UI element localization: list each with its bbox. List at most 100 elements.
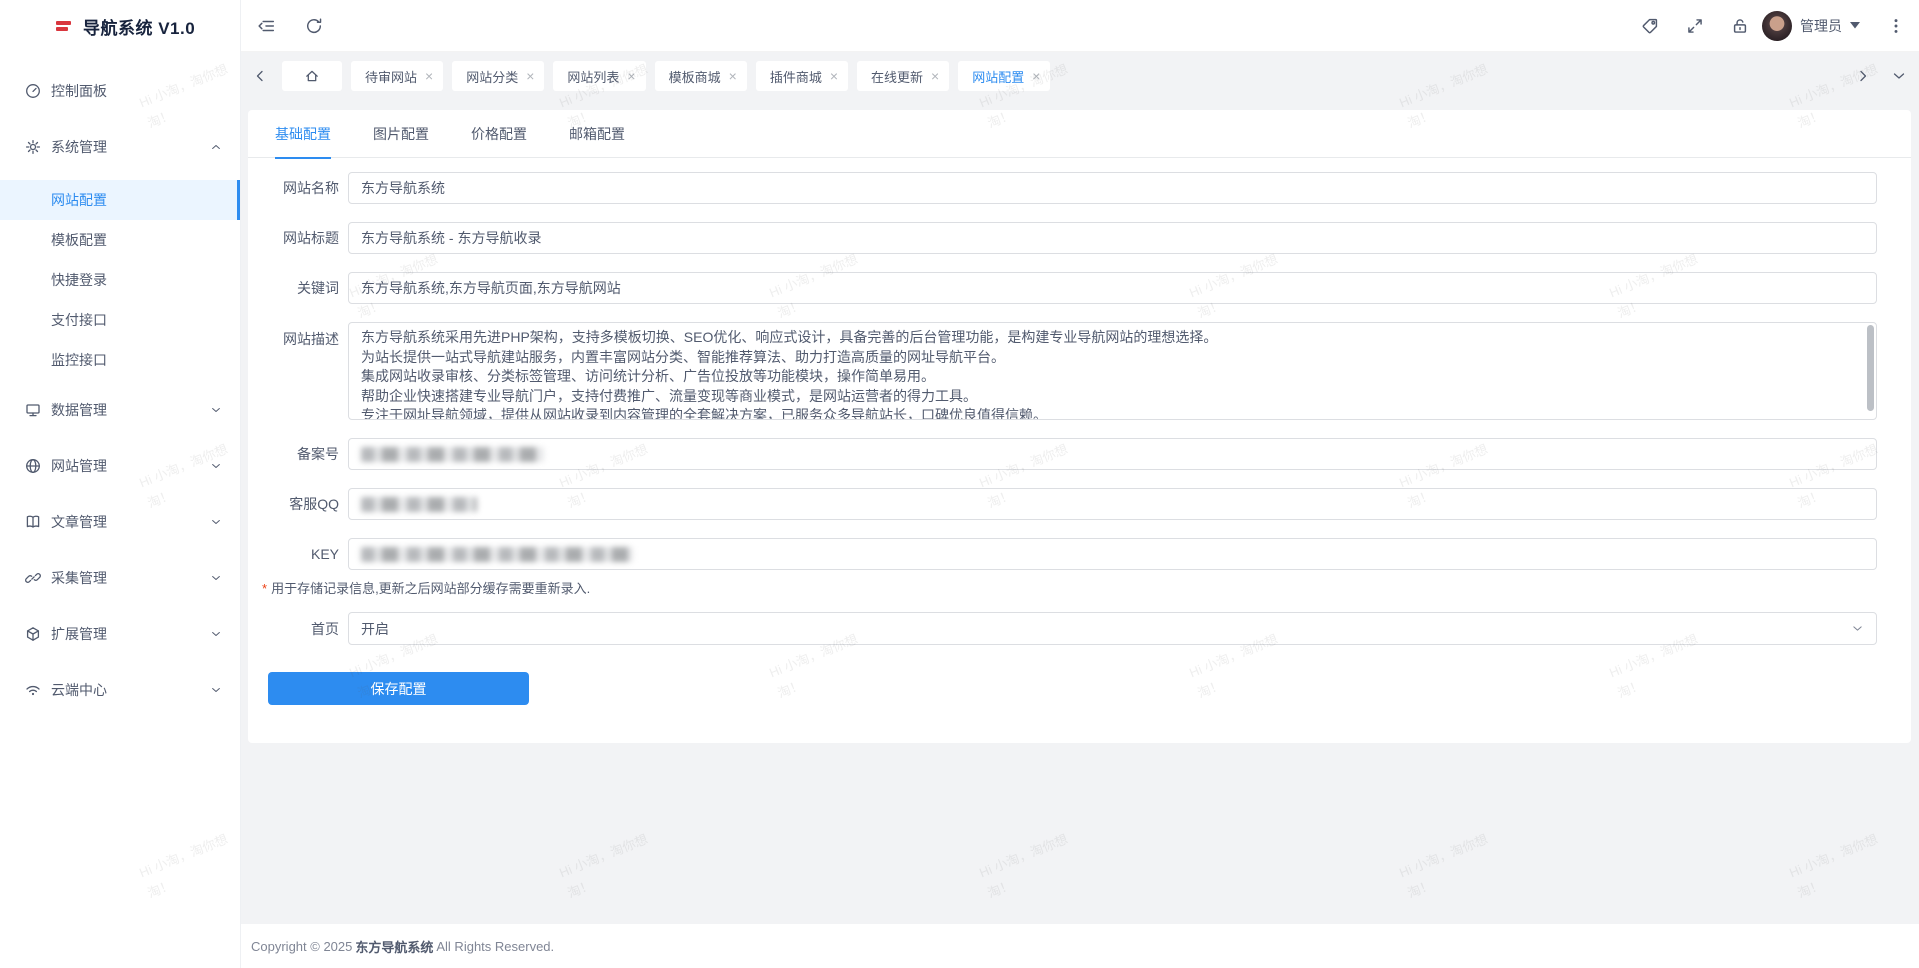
app-title: 导航系统 V1.0 [83,14,195,39]
sidebar-item-monitor-api[interactable]: 监控接口 [0,340,240,380]
close-icon[interactable]: × [627,69,635,83]
avatar[interactable] [1762,11,1792,41]
note-text: 用于存储记录信息,更新之后网站部分缓存需要重新录入. [271,581,590,596]
app-root: 导航系统 V1.0 控制面板 系统管理 网站配置 模板配置 快捷登录 支付接口 [0,0,1919,968]
site-name-input[interactable] [348,172,1877,204]
sidebar-item-dashboard[interactable]: 控制面板 [0,71,240,111]
sidebar-item-system[interactable]: 系统管理 [0,127,240,167]
tab-site-categories[interactable]: 网站分类 × [452,61,544,91]
close-icon[interactable]: × [526,69,534,83]
sidebar-item-label: 系统管理 [51,137,210,157]
sidebar-item-site-config[interactable]: 网站配置 [0,180,240,220]
dashboard-icon [25,83,41,99]
chevron-down-icon [1851,622,1864,635]
tab-site-config[interactable]: 网站配置 × [958,61,1050,91]
save-config-button[interactable]: 保存配置 [268,672,529,705]
sidebar-item-label: 控制面板 [51,81,222,101]
sidebar-item-article[interactable]: 文章管理 [0,502,240,542]
book-icon [25,514,41,530]
key-input[interactable] [348,538,1877,570]
textarea-scrollbar[interactable] [1867,325,1874,411]
close-icon[interactable]: × [425,69,433,83]
sidebar-item-label: 网站配置 [51,190,107,210]
tab-site-list[interactable]: 网站列表 × [553,61,645,91]
sidebar-item-label: 文章管理 [51,512,210,532]
chevron-right-icon[interactable] [1855,68,1871,84]
description-textarea[interactable]: 东方导航系统采用先进PHP架构，支持多模板切换、SEO优化、响应式设计，具备完善… [348,322,1877,420]
link-icon [25,570,41,586]
topbar: 管理员 [240,0,1919,52]
sidebar-item-data[interactable]: 数据管理 [0,390,240,430]
form-row-homepage: 首页 开启 [248,612,1877,645]
chevron-down-icon [210,516,222,528]
required-asterisk: * [262,581,267,596]
system-submenu: 网站配置 模板配置 快捷登录 支付接口 监控接口 [0,180,240,380]
refresh-icon[interactable] [305,17,323,35]
sidebar-item-label: 快捷登录 [51,270,107,290]
qq-label: 客服QQ [248,494,348,514]
chevron-left-icon[interactable] [252,68,268,84]
homepage-select[interactable]: 开启 [348,612,1877,645]
menu-fold-icon[interactable] [257,17,275,35]
tab-basic-config[interactable]: 基础配置 [275,110,331,158]
chevron-down-icon [210,628,222,640]
close-icon[interactable]: × [1032,69,1040,83]
sidebar-item-label: 数据管理 [51,400,210,420]
tag-icon[interactable] [1641,17,1659,35]
content-area: 基础配置 图片配置 价格配置 邮箱配置 网站名称 网站标题 关 [240,100,1919,924]
form-row-site-title: 网站标题 [248,222,1877,254]
sidebar-item-template-config[interactable]: 模板配置 [0,220,240,260]
close-icon[interactable]: × [729,69,737,83]
sidebar-item-payment-api[interactable]: 支付接口 [0,300,240,340]
form-row-description: 网站描述 东方导航系统采用先进PHP架构，支持多模板切换、SEO优化、响应式设计… [248,322,1877,420]
sidebar-item-cloud[interactable]: 云端中心 [0,670,240,710]
main-column: 管理员 待审网站× 网站分类× 网站列表× 模板商城× 插件商城× 在线更新× … [240,0,1919,968]
key-note: * 用于存储记录信息,更新之后网站部分缓存需要重新录入. [262,578,1911,597]
wifi-icon [25,682,41,698]
sidebar-item-extension[interactable]: 扩展管理 [0,614,240,654]
tab-label: 待审网站 [365,67,417,86]
sidebar-item-quick-login[interactable]: 快捷登录 [0,260,240,300]
site-title-input[interactable] [348,222,1877,254]
tab-pending-sites[interactable]: 待审网站 × [351,61,443,91]
sidebar-item-label: 采集管理 [51,568,210,588]
sidebar-item-collect[interactable]: 采集管理 [0,558,240,598]
chevron-down-icon[interactable] [1891,68,1907,84]
tab-price-config[interactable]: 价格配置 [471,110,527,158]
selected-option: 开启 [361,619,389,639]
user-name: 管理员 [1800,16,1842,36]
more-vertical-icon[interactable] [1887,17,1905,35]
copyright-prefix: Copyright © 2025 [251,939,352,954]
qq-input[interactable] [348,488,1877,520]
description-label: 网站描述 [248,322,348,349]
form-row-qq: 客服QQ [248,488,1877,520]
tab-email-config[interactable]: 邮箱配置 [569,110,625,158]
close-icon[interactable]: × [931,69,939,83]
sidebar-item-website[interactable]: 网站管理 [0,446,240,486]
tab-label: 网站分类 [466,67,518,86]
redacted-value [361,497,477,512]
tab-home[interactable] [282,61,342,91]
fullscreen-icon[interactable] [1686,17,1704,35]
form-row-site-name: 网站名称 [248,172,1877,204]
tab-label: 网站配置 [972,67,1024,86]
home-icon [304,68,320,84]
icp-input[interactable] [348,438,1877,470]
close-icon[interactable]: × [830,69,838,83]
globe-icon [25,458,41,474]
tab-image-config[interactable]: 图片配置 [373,110,429,158]
basic-config-form: 网站名称 网站标题 关键词 网站描述 东方导航系统采用先进 [248,158,1911,705]
keywords-label: 关键词 [248,278,348,298]
tab-label: 网站列表 [567,67,619,86]
tab-label: 模板商城 [669,67,721,86]
tab-online-update[interactable]: 在线更新 × [857,61,949,91]
lock-icon[interactable] [1731,17,1749,35]
tab-plugin-store[interactable]: 插件商城× [756,61,848,91]
user-menu[interactable]: 管理员 [1762,11,1860,41]
redacted-value [361,547,633,562]
tab-label: 在线更新 [871,67,923,86]
tab-template-store[interactable]: 模板商城 × [655,61,747,91]
homepage-label: 首页 [248,619,348,639]
keywords-input[interactable] [348,272,1877,304]
active-indicator [237,180,240,220]
